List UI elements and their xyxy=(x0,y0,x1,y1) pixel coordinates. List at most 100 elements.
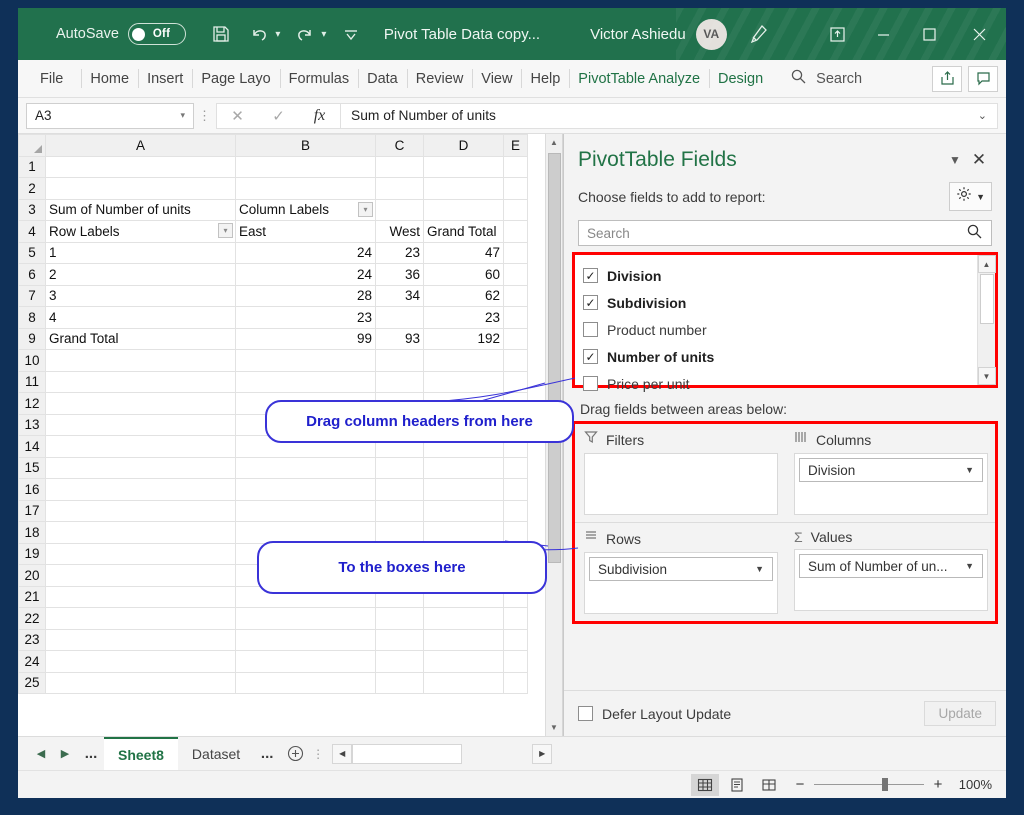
row-header-14[interactable]: 14 xyxy=(18,435,46,458)
cell[interactable] xyxy=(423,650,504,673)
cell[interactable] xyxy=(503,671,528,694)
cell[interactable] xyxy=(503,155,528,178)
cell[interactable] xyxy=(503,521,528,544)
plus-icon[interactable]: + xyxy=(931,776,945,793)
checkbox-subdivision[interactable]: ✓ xyxy=(583,295,598,310)
scroll-left-icon[interactable]: ◀ xyxy=(332,743,353,764)
zoom-slider[interactable] xyxy=(814,778,924,791)
cell[interactable] xyxy=(375,607,424,630)
cell[interactable] xyxy=(503,177,528,200)
pivot-value-west[interactable]: 34 xyxy=(375,284,424,307)
name-box[interactable]: A3 ▾ xyxy=(26,102,194,129)
cell[interactable] xyxy=(423,155,504,178)
row-header-18[interactable]: 18 xyxy=(18,521,46,544)
cell[interactable] xyxy=(45,607,236,630)
horizontal-scroll-track[interactable] xyxy=(352,743,463,764)
avatar[interactable]: VA xyxy=(695,18,727,50)
cell-a4[interactable]: Row Labels ▾ xyxy=(45,220,236,243)
cell[interactable] xyxy=(45,456,236,479)
cell[interactable] xyxy=(503,349,528,372)
tab-pivottable-analyze[interactable]: PivotTable Analyze xyxy=(569,60,709,97)
cell[interactable] xyxy=(235,499,376,522)
share-icon[interactable] xyxy=(932,65,962,92)
row-header-9[interactable]: 9 xyxy=(18,327,46,350)
pivot-value-west[interactable]: 36 xyxy=(375,263,424,286)
tab-data[interactable]: Data xyxy=(358,60,407,97)
cell[interactable] xyxy=(375,478,424,501)
cell[interactable] xyxy=(235,671,376,694)
pivot-grand-total-east[interactable]: 99 xyxy=(235,327,376,350)
sheet-tab-splitter[interactable]: ⋮ xyxy=(310,747,326,761)
cell[interactable] xyxy=(423,177,504,200)
pivot-value-total[interactable]: 60 xyxy=(423,263,504,286)
row-header-5[interactable]: 5 xyxy=(18,241,46,264)
row-header-23[interactable]: 23 xyxy=(18,628,46,651)
cell-b4[interactable]: East xyxy=(235,220,376,243)
filters-drop-zone[interactable] xyxy=(584,453,778,515)
cell[interactable] xyxy=(503,263,528,286)
cell[interactable] xyxy=(423,628,504,651)
row-header-8[interactable]: 8 xyxy=(18,306,46,329)
pivot-grand-total-total[interactable]: 192 xyxy=(423,327,504,350)
tab-design[interactable]: Design xyxy=(709,60,772,97)
field-list-scroll-thumb[interactable] xyxy=(979,274,994,324)
row-header-25[interactable]: 25 xyxy=(18,671,46,694)
cell[interactable] xyxy=(503,241,528,264)
cell[interactable] xyxy=(503,327,528,350)
select-all-corner[interactable] xyxy=(18,134,46,157)
cell-c4[interactable]: West xyxy=(375,220,424,243)
sheet-tab-dataset[interactable]: Dataset xyxy=(178,737,254,770)
tab-formulas[interactable]: Formulas xyxy=(279,60,358,97)
cell[interactable] xyxy=(375,349,424,372)
pivot-value-total[interactable]: 47 xyxy=(423,241,504,264)
cell[interactable] xyxy=(375,155,424,178)
pivot-value-west[interactable]: 23 xyxy=(375,241,424,264)
cell[interactable] xyxy=(45,155,236,178)
expand-formula-bar-icon[interactable]: ⌄ xyxy=(978,109,987,122)
tab-view[interactable]: View xyxy=(472,60,521,97)
scroll-down-icon[interactable]: ▼ xyxy=(545,719,562,736)
row-header-24[interactable]: 24 xyxy=(18,650,46,673)
tab-insert[interactable]: Insert xyxy=(138,60,192,97)
cell[interactable] xyxy=(235,628,376,651)
pivot-row-label[interactable]: 2 xyxy=(45,263,236,286)
vertical-scroll-track[interactable] xyxy=(546,565,562,719)
chevron-down-icon[interactable]: ▼ xyxy=(944,153,966,167)
fx-icon[interactable]: fx xyxy=(299,104,340,128)
ribbon-search[interactable]: Search xyxy=(772,60,862,97)
cell[interactable] xyxy=(503,499,528,522)
field-chip-sum-of-number-of-units[interactable]: Sum of Number of un... ▼ xyxy=(799,554,983,578)
sheet-tab-sheet8[interactable]: Sheet8 xyxy=(104,737,178,770)
cell[interactable] xyxy=(375,521,424,544)
pivot-grand-total-west[interactable]: 93 xyxy=(375,327,424,350)
cell-a3[interactable]: Sum of Number of units xyxy=(45,198,236,221)
zoom-level-label[interactable]: 100% xyxy=(952,777,992,792)
checkbox-division[interactable]: ✓ xyxy=(583,268,598,283)
row-header-13[interactable]: 13 xyxy=(18,413,46,436)
chip-dropdown-icon[interactable]: ▼ xyxy=(965,561,974,571)
update-button[interactable]: Update xyxy=(924,701,996,726)
close-icon[interactable]: ✕ xyxy=(966,150,992,170)
row-header-12[interactable]: 12 xyxy=(18,392,46,415)
cell[interactable] xyxy=(503,478,528,501)
cell[interactable] xyxy=(423,349,504,372)
cell[interactable] xyxy=(45,650,236,673)
cell[interactable] xyxy=(235,607,376,630)
search-input[interactable]: Search xyxy=(578,220,992,246)
cell[interactable] xyxy=(235,349,376,372)
cell[interactable] xyxy=(503,306,528,329)
cell[interactable] xyxy=(503,456,528,479)
cell[interactable] xyxy=(423,370,504,393)
cell[interactable] xyxy=(235,370,376,393)
column-header-d[interactable]: D xyxy=(423,134,504,157)
cell[interactable] xyxy=(503,650,528,673)
rows-drop-zone[interactable]: Subdivision ▼ xyxy=(584,552,778,614)
row-header-7[interactable]: 7 xyxy=(18,284,46,307)
column-header-a[interactable]: A xyxy=(45,134,236,157)
cell[interactable] xyxy=(375,177,424,200)
cell[interactable] xyxy=(45,628,236,651)
cell[interactable] xyxy=(375,628,424,651)
column-header-e[interactable]: E xyxy=(503,134,528,157)
page-break-preview-icon[interactable] xyxy=(755,774,783,796)
triangle-left-icon[interactable]: ◀ xyxy=(30,743,52,765)
